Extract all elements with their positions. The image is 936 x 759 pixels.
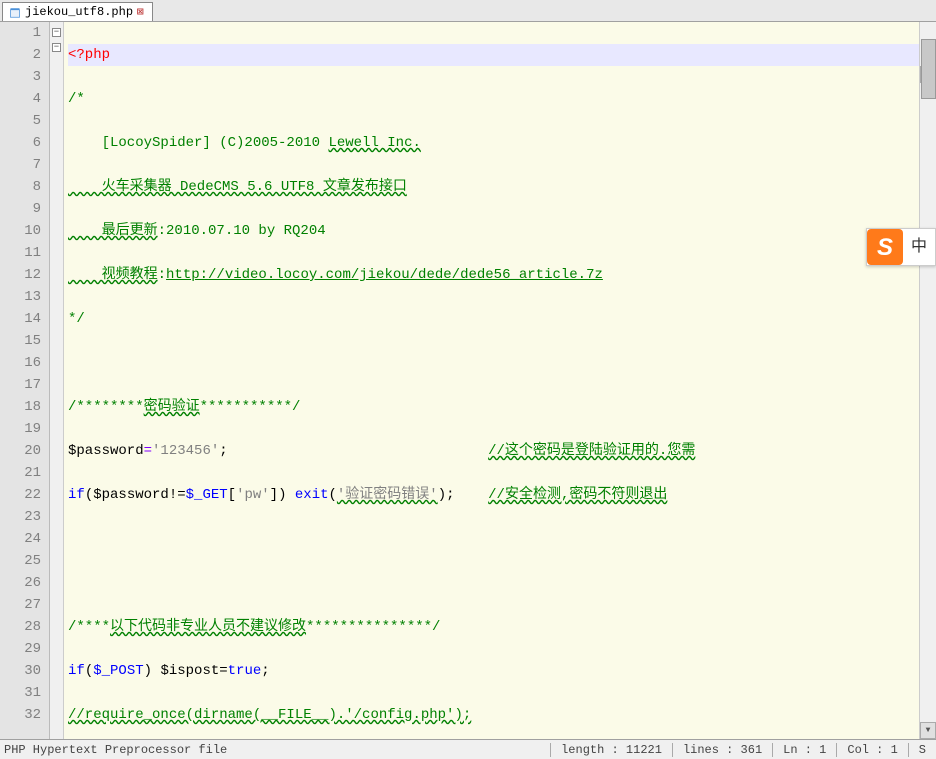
code-text: if [68, 487, 85, 503]
code-link[interactable]: http://video.locoy.com/jiekou/dede/dede5… [166, 267, 603, 283]
code-text: /**** [68, 619, 110, 635]
code-text: $_GET [186, 487, 228, 503]
close-icon[interactable]: ⊠ [137, 5, 144, 19]
code-text: 'pw' [236, 487, 270, 503]
ime-text: 中 [903, 236, 935, 258]
code-text: 视频教程 [68, 267, 158, 283]
scroll-thumb[interactable] [921, 39, 936, 99]
fold-column: − − [50, 22, 64, 739]
vertical-scrollbar[interactable]: ▲ ▼ [919, 22, 936, 739]
code-text: : [158, 267, 166, 283]
code-comment: //require_once(dirname(__FILE__).'/confi… [68, 707, 471, 723]
code-text: */ [68, 311, 85, 327]
code-comment: //这个密码是登陆验证用的.您需 [488, 443, 695, 459]
code-text: $password [68, 443, 144, 459]
status-col: Col : 1 [836, 743, 907, 757]
scroll-down-icon[interactable]: ▼ [920, 722, 936, 739]
file-icon [9, 6, 21, 18]
code-text: /******** [68, 399, 144, 415]
code-text: if [68, 663, 85, 679]
code-text: ; [261, 663, 269, 679]
code-text: [LocoySpider] (C)2005-2010 [68, 135, 328, 151]
fold-toggle[interactable]: − [52, 43, 61, 52]
status-sel: S [908, 743, 936, 757]
code-text: 密码验证 [144, 399, 200, 415]
svg-text:S: S [877, 234, 893, 261]
code-text: = [144, 443, 152, 459]
code-text: ); [438, 487, 455, 503]
status-filetype: PHP Hypertext Preprocessor file [0, 743, 550, 757]
code-text: 最后更新 [68, 223, 158, 239]
code-comment: //安全检测,密码不符则退出 [488, 487, 667, 503]
code-text: <?php [68, 47, 110, 63]
code-text: [ [228, 487, 236, 503]
code-text: ]) [270, 487, 295, 503]
status-bar: PHP Hypertext Preprocessor file length :… [0, 739, 936, 759]
ime-badge[interactable]: S 中 [866, 228, 936, 266]
status-ln: Ln : 1 [772, 743, 836, 757]
sogou-logo-icon: S [867, 229, 903, 265]
editor-window: jiekou_utf8.php ⊠ 12345678910 1112131415… [0, 0, 936, 759]
editor-area: 12345678910 11121314151617181920 2122232… [0, 22, 936, 739]
code-text: ($password!= [85, 487, 186, 503]
status-length: length : 11221 [550, 743, 672, 757]
code-text: ***********/ [200, 399, 301, 415]
status-lines: lines : 361 [672, 743, 772, 757]
code-text: exit [295, 487, 329, 503]
code-text: /* [68, 91, 85, 107]
code-text: :2010.07.10 by RQ204 [158, 223, 326, 239]
code-text: Lewell Inc. [328, 135, 420, 151]
code-text: 以下代码非专业人员不建议修改 [110, 619, 306, 635]
code-text: ***************/ [306, 619, 440, 635]
code-text: 火车采集器 DedeCMS 5.6 UTF8 文章发布接口 [68, 179, 407, 195]
file-tab[interactable]: jiekou_utf8.php ⊠ [2, 2, 153, 21]
line-gutter: 12345678910 11121314151617181920 2122232… [0, 22, 50, 739]
code-text: true [228, 663, 262, 679]
code-text: '123456' [152, 443, 219, 459]
code-text: ( [329, 487, 337, 503]
fold-toggle[interactable]: − [52, 28, 61, 37]
tab-filename: jiekou_utf8.php [25, 5, 133, 19]
tab-bar: jiekou_utf8.php ⊠ [0, 0, 936, 22]
code-area[interactable]: <?php /* [LocoySpider] (C)2005-2010 Lewe… [64, 22, 936, 739]
code-text: '验证密码错误' [337, 487, 438, 503]
code-text: ) $ispost= [144, 663, 228, 679]
code-text: $_POST [93, 663, 143, 679]
code-text: ; [219, 443, 227, 459]
code-text: ( [85, 663, 93, 679]
